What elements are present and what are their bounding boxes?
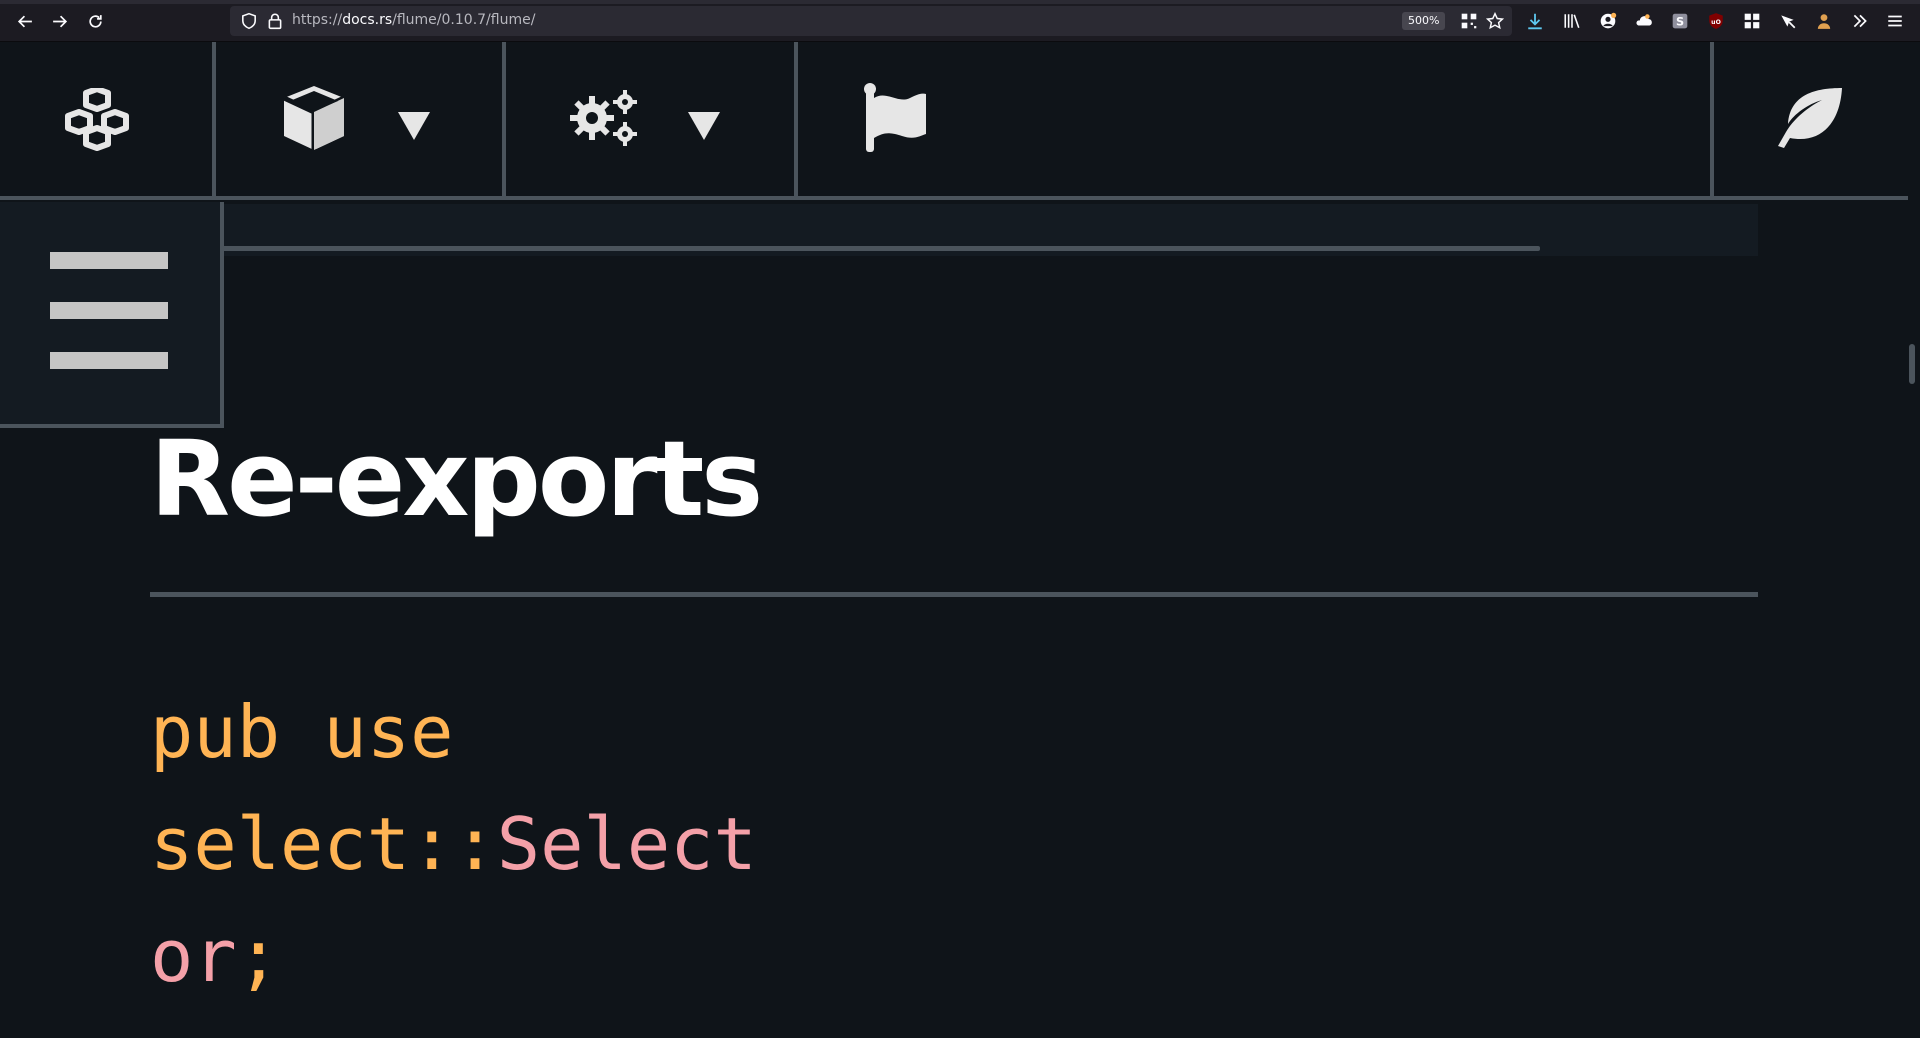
svg-text:S: S <box>1676 16 1684 29</box>
flag-icon[interactable] <box>862 82 928 158</box>
nav-separator <box>794 42 798 196</box>
code-line: or; <box>150 900 757 1012</box>
lock-icon[interactable] <box>266 12 284 30</box>
rust-menu-caret-icon[interactable] <box>688 112 720 140</box>
search-bar-area[interactable] <box>222 204 1758 256</box>
app-menu-icon[interactable] <box>1884 10 1906 32</box>
url-host: docs.rs <box>342 12 393 28</box>
extension-grid-icon[interactable] <box>1741 10 1763 32</box>
bookmark-star-icon[interactable] <box>1485 11 1505 30</box>
extension-pin-icon[interactable] <box>1777 10 1799 32</box>
library-icon[interactable] <box>1561 10 1583 32</box>
cube-icon[interactable] <box>280 82 348 158</box>
back-icon[interactable] <box>12 8 38 34</box>
extension-person-icon[interactable] <box>1813 10 1835 32</box>
code-item-link[interactable]: Select <box>497 802 757 886</box>
docs-rs-navbar <box>0 42 1908 200</box>
nav-separator <box>502 42 506 196</box>
nav-separator <box>212 42 216 196</box>
search-underline <box>222 246 1540 251</box>
extension-weather-icon[interactable] <box>1633 10 1655 32</box>
code-line: select::Select <box>150 788 757 900</box>
crate-menu-caret-icon[interactable] <box>398 112 430 140</box>
extension-s-icon[interactable]: S <box>1669 10 1691 32</box>
leaf-icon[interactable] <box>1776 84 1846 154</box>
code-module-path[interactable]: select:: <box>150 802 497 886</box>
browser-toolbar: https://docs.rs/flume/0.10.7/flume/ 500%… <box>0 0 1920 42</box>
hamburger-icon <box>50 352 168 369</box>
url-text[interactable]: https://docs.rs/flume/0.10.7/flume/ <box>292 12 535 28</box>
forward-icon[interactable] <box>46 8 72 34</box>
code-keyword: pub use <box>150 690 454 774</box>
browser-top-strip <box>0 0 1920 4</box>
code-punctuation: ; <box>236 914 281 998</box>
shield-icon[interactable] <box>240 12 258 30</box>
url-scheme: https:// <box>292 12 343 28</box>
code-line: pub use <box>150 676 757 788</box>
gears-icon[interactable] <box>570 88 640 152</box>
cubes-icon[interactable] <box>62 86 132 158</box>
overflow-chevrons-icon[interactable] <box>1849 10 1871 32</box>
sidebar-toggle-button[interactable] <box>0 202 224 428</box>
qr-code-icon[interactable] <box>1460 12 1478 30</box>
heading-divider <box>150 592 1758 597</box>
url-bar[interactable]: https://docs.rs/flume/0.10.7/flume/ 500% <box>230 6 1512 36</box>
code-item-link[interactable]: or <box>150 914 237 998</box>
download-icon[interactable] <box>1524 10 1546 32</box>
reexport-code: pub use select::Select or; <box>150 676 757 1012</box>
page-scrollbar[interactable] <box>1909 344 1915 384</box>
svg-text:uO: uO <box>1711 19 1721 26</box>
zoom-level-badge[interactable]: 500% <box>1402 12 1446 30</box>
reload-icon[interactable] <box>82 8 108 34</box>
hamburger-icon <box>50 302 168 319</box>
hamburger-icon <box>50 252 168 269</box>
nav-separator <box>1710 42 1714 196</box>
ublock-icon[interactable]: uO <box>1705 10 1727 32</box>
account-icon[interactable] <box>1597 10 1619 32</box>
url-path: /flume/0.10.7/flume/ <box>392 12 536 28</box>
section-heading-reexports[interactable]: Re-exports <box>150 418 763 540</box>
